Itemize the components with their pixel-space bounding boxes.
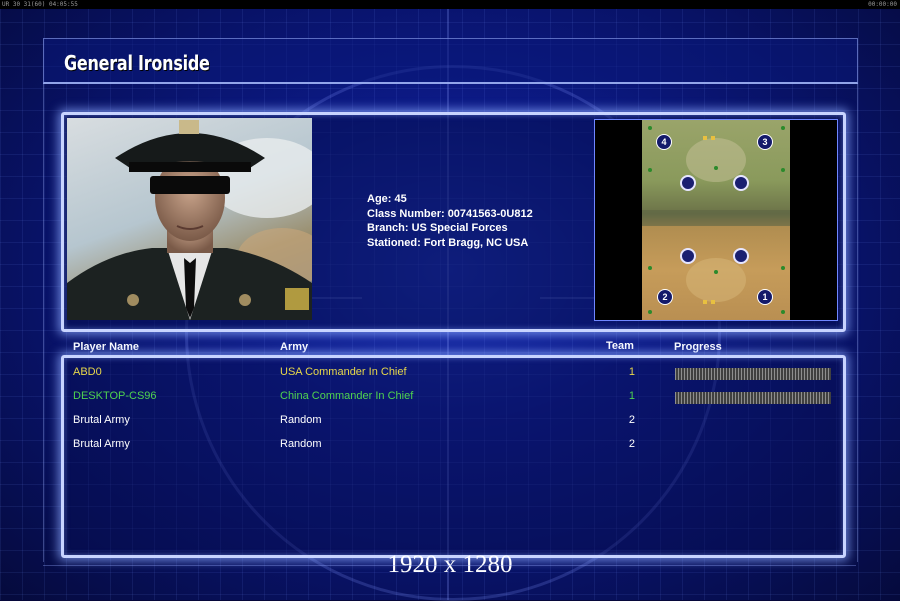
- player-row: DESKTOP-CS96 China Commander In Chief 1: [0, 386, 900, 406]
- start-position-2: 2: [657, 289, 673, 305]
- map-base-marker: [680, 248, 696, 264]
- general-bio: Age: 45 Class Number: 00741563-0U812 Bra…: [367, 192, 533, 250]
- map-base-marker: [680, 175, 696, 191]
- player-name: Brutal Army: [73, 414, 130, 426]
- bio-stationed: Stationed: Fort Bragg, NC USA: [367, 236, 529, 249]
- player-team: 1: [628, 366, 635, 378]
- player-row: ABD0 USA Commander In Chief 1: [0, 362, 900, 382]
- general-title: General Ironside: [64, 51, 210, 75]
- player-row: Brutal Army Random 2: [0, 434, 900, 454]
- map-base-marker: [733, 175, 749, 191]
- bio-age: Age: 45: [367, 193, 407, 205]
- load-progress-bar: [675, 368, 831, 380]
- column-header-progress: Progress: [674, 341, 722, 353]
- player-team: 2: [628, 414, 635, 426]
- map-preview: 4 3 2 1: [594, 119, 838, 321]
- start-position-4: 4: [656, 134, 672, 150]
- player-army: Random: [280, 438, 322, 450]
- player-team: 1: [628, 390, 635, 402]
- player-name: ABD0: [73, 366, 102, 378]
- start-position-3: 3: [757, 134, 773, 150]
- column-header-player: Player Name: [73, 341, 140, 353]
- map-base-marker: [733, 248, 749, 264]
- column-header-army: Army: [280, 341, 309, 353]
- player-army: China Commander In Chief: [280, 390, 414, 402]
- debug-status-bar: UR 30 31(60) 04:05:55 00:00:00: [0, 0, 900, 9]
- load-progress-bar: [675, 392, 831, 404]
- bio-branch: Branch: US Special Forces: [367, 222, 508, 234]
- load-progress-fill: [675, 368, 831, 380]
- general-portrait: [67, 118, 312, 320]
- player-army: USA Commander In Chief: [280, 366, 407, 378]
- player-army: Random: [280, 414, 322, 426]
- load-progress-fill: [675, 392, 831, 404]
- player-name: Brutal Army: [73, 438, 130, 450]
- bottom-frame-bar: [43, 565, 856, 576]
- column-header-team: Team: [606, 340, 634, 352]
- timer-readout: 00:00:00: [868, 1, 897, 8]
- player-row: Brutal Army Random 2: [0, 410, 900, 430]
- player-name: DESKTOP-CS96: [73, 390, 157, 402]
- start-position-1: 1: [757, 289, 773, 305]
- fps-readout: UR 30 31(60) 04:05:55: [2, 1, 78, 8]
- bio-class-number: Class Number: 00741563-0U812: [367, 207, 533, 220]
- player-team: 2: [628, 438, 635, 450]
- title-bar: General Ironside: [43, 38, 858, 84]
